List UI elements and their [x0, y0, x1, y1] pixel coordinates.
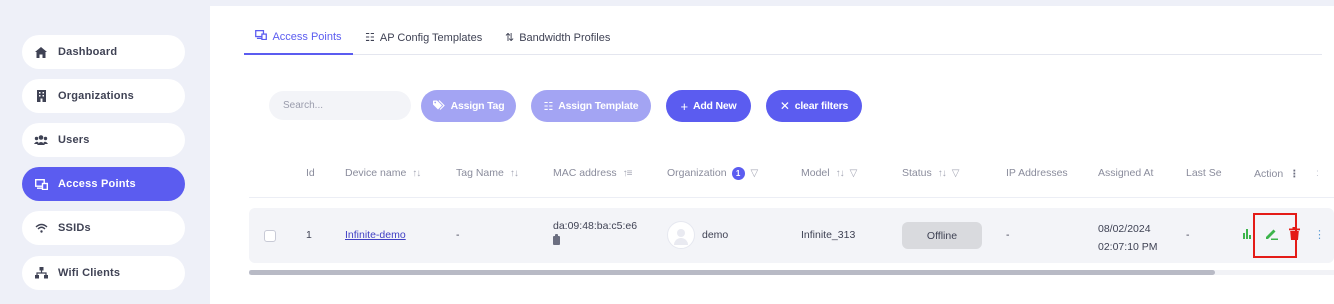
sidebar-item-wifi-clients[interactable]: Wifi Clients: [22, 256, 185, 290]
cell-mac-address: da:09:48:ba:c5:e6: [553, 220, 637, 245]
column-header-last-seen: Last Se: [1186, 167, 1222, 179]
wifi-icon: [34, 221, 48, 235]
more-actions-icon[interactable]: ⋮: [1314, 228, 1325, 241]
sidebar-item-label: Organizations: [58, 90, 134, 102]
tab-bar: Access Points ☷ AP Config Templates ⇅ Ba…: [244, 20, 1322, 55]
add-new-button[interactable]: + Add New: [666, 90, 751, 122]
sidebar-item-label: SSIDs: [58, 222, 91, 234]
sidebar-item-dashboard[interactable]: Dashboard: [22, 35, 185, 69]
row-checkbox[interactable]: [264, 230, 276, 242]
close-icon: ✕: [779, 99, 790, 113]
column-header-ip-addresses: IP Addresses: [1006, 167, 1068, 179]
filter-icon[interactable]: ▽: [751, 168, 759, 179]
network-icon: [34, 266, 48, 280]
assign-template-button[interactable]: ☷ Assign Template: [531, 90, 651, 122]
cell-organization: demo: [702, 229, 729, 241]
building-icon: [34, 89, 48, 103]
horizontal-scrollbar-thumb[interactable]: [249, 270, 1215, 275]
column-header-device-name[interactable]: Device name ↑↓: [345, 158, 421, 188]
sort-icon[interactable]: ↑↓: [510, 168, 519, 179]
access-point-icon: [34, 177, 48, 191]
sidebar-item-organizations[interactable]: Organizations: [22, 79, 185, 113]
assigned-date: 08/02/2024: [1098, 223, 1151, 235]
column-header-action: Action ⋮: [1254, 168, 1300, 180]
sidebar-item-users[interactable]: Users: [22, 123, 185, 157]
tab-ap-config-templates[interactable]: ☷ AP Config Templates: [365, 20, 482, 55]
clear-filters-button[interactable]: ✕ clear filters: [766, 90, 862, 122]
search-input[interactable]: [269, 91, 411, 120]
tab-bandwidth-profiles[interactable]: ⇅ Bandwidth Profiles: [505, 20, 610, 55]
column-header-assigned-at: Assigned At: [1098, 167, 1154, 179]
more-vertical-icon[interactable]: ⋮: [1289, 169, 1299, 180]
sidebar-item-ssids[interactable]: SSIDs: [22, 211, 185, 245]
device-name-link[interactable]: Infinite-demo: [345, 229, 406, 241]
table-row: 1 Infinite-demo - da:09:48:ba:c5:e6 demo…: [249, 208, 1334, 263]
sidebar-item-label: Access Points: [58, 178, 136, 190]
assign-tag-button[interactable]: Assign Tag: [421, 90, 516, 122]
column-divider: :: [1316, 167, 1319, 179]
sort-arrows-icon: ⇅: [505, 32, 515, 44]
tag-icon: [432, 99, 446, 113]
avatar: [667, 221, 695, 249]
list-icon: ☷: [543, 100, 554, 113]
cell-model: Infinite_313: [801, 229, 856, 241]
sidebar: Dashboard Organizations Users Access Poi…: [0, 0, 210, 304]
highlight-box: [1253, 213, 1297, 258]
column-header-id: Id: [306, 167, 315, 179]
home-icon: [34, 45, 48, 59]
stats-icon[interactable]: [1243, 227, 1251, 242]
users-icon: [34, 133, 48, 147]
table-header: Id Device name ↑↓ Tag Name ↑↓ MAC addres…: [249, 158, 1334, 198]
column-header-tag-name[interactable]: Tag Name ↑↓: [456, 158, 519, 188]
cell-id: 1: [306, 229, 312, 241]
list-icon: ☷: [365, 32, 375, 44]
sort-ascending-icon[interactable]: ↑≡: [623, 168, 633, 179]
column-header-organization[interactable]: Organization 1 ▽: [667, 158, 758, 188]
assigned-time: 02:07:10 PM: [1098, 241, 1158, 253]
status-badge: Offline: [902, 222, 982, 249]
sort-icon[interactable]: ↑↓: [412, 168, 421, 179]
column-header-model[interactable]: Model ↑↓ ▽: [801, 158, 857, 188]
cell-ip-addresses: -: [1006, 229, 1010, 241]
access-point-icon: [255, 29, 268, 43]
column-header-status[interactable]: Status ↑↓ ▽: [902, 158, 959, 188]
tab-access-points[interactable]: Access Points: [244, 20, 353, 55]
cell-last-seen: -: [1186, 229, 1190, 241]
sidebar-item-label: Wifi Clients: [58, 267, 121, 279]
sort-icon[interactable]: ↑↓: [938, 168, 947, 179]
sidebar-item-label: Users: [58, 134, 90, 146]
sidebar-item-access-points[interactable]: Access Points: [22, 167, 185, 201]
mac-address-value: da:09:48:ba:c5:e6: [553, 220, 638, 232]
cell-assigned-at: 08/02/2024 02:07:10 PM: [1098, 220, 1158, 256]
filter-icon[interactable]: ▽: [850, 168, 858, 179]
clipboard-icon[interactable]: [553, 234, 560, 245]
plus-icon: +: [680, 98, 689, 114]
sidebar-item-label: Dashboard: [58, 46, 118, 58]
sort-icon[interactable]: ↑↓: [836, 168, 845, 179]
filter-count-badge: 1: [731, 166, 745, 180]
column-header-mac-address[interactable]: MAC address ↑≡: [553, 158, 633, 188]
cell-tag-name: -: [456, 229, 460, 241]
filter-icon[interactable]: ▽: [952, 168, 960, 179]
